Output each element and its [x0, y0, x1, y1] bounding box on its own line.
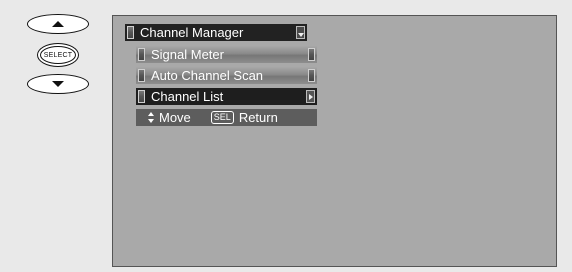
triangle-up-icon: [52, 21, 64, 27]
hint-move-label: Move: [159, 110, 191, 125]
up-down-arrows-icon: [147, 111, 155, 124]
select-button[interactable]: SELECT: [37, 43, 79, 67]
triangle-down-icon: [52, 81, 64, 87]
sel-key-icon: SEL: [210, 111, 234, 124]
hint-bar: Move SEL Return: [136, 109, 317, 126]
menu-item-label: Channel List: [151, 89, 224, 104]
select-button-label: SELECT: [40, 46, 76, 64]
chevron-right-icon: [306, 90, 315, 103]
up-button[interactable]: [27, 14, 89, 34]
menu-title-bar[interactable]: Channel Manager: [125, 24, 307, 41]
menu-item-channel-list[interactable]: Channel List: [136, 88, 317, 105]
menu-item-auto-channel-scan[interactable]: Auto Channel Scan: [136, 67, 317, 84]
menu-item-label: Signal Meter: [151, 47, 224, 62]
bar-cap-icon: [138, 69, 145, 82]
menu-title: Channel Manager: [140, 25, 244, 40]
bar-cap-icon: [127, 26, 134, 39]
bar-cap-icon: [308, 69, 315, 82]
bar-cap-icon: [138, 48, 145, 61]
dropdown-arrow-icon: [296, 26, 305, 39]
menu-item-label: Auto Channel Scan: [151, 68, 264, 83]
down-button[interactable]: [27, 74, 89, 94]
bar-cap-icon: [308, 48, 315, 61]
bar-cap-icon: [138, 90, 145, 103]
hint-return-label: Return: [238, 110, 278, 125]
menu-item-signal-meter[interactable]: Signal Meter: [136, 46, 317, 63]
